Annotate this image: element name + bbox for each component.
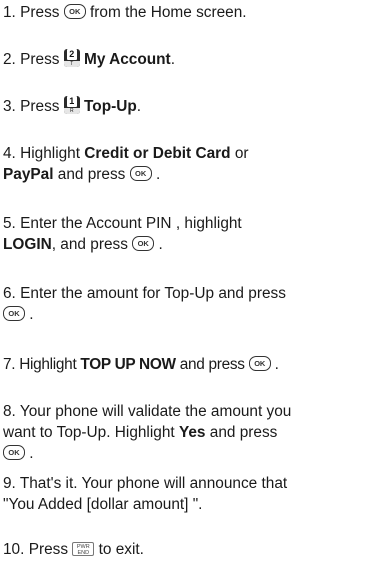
ok-key-icon: OK xyxy=(3,306,25,322)
step-text: or xyxy=(234,145,249,162)
step-text: Your phone will validate the amount you xyxy=(19,403,292,420)
step-text: and press xyxy=(209,424,278,441)
step-text: Press xyxy=(20,51,60,68)
step-number: 3. xyxy=(3,98,16,115)
key-digit: 1 xyxy=(66,95,77,107)
step-number: 5. xyxy=(3,215,16,232)
key-1-icon: 1 R xyxy=(63,95,80,114)
step-number: 4. xyxy=(3,145,16,162)
step-text: "You Added [dollar amount] ". xyxy=(3,496,203,513)
step-text: from the Home screen. xyxy=(90,4,247,21)
step-text: . xyxy=(170,51,175,68)
step-number: 9. xyxy=(3,475,16,492)
menu-item-label: My Account xyxy=(84,51,171,68)
step-text: to exit. xyxy=(98,541,144,558)
step-number: 10. xyxy=(3,541,25,558)
step-text: want to Top-Up. Highlight xyxy=(3,424,175,441)
step-2: 2. Press 2 T My Account. xyxy=(3,48,359,70)
step-number: 1. xyxy=(3,4,16,21)
step-6: 6. Enter the amount for Top-Up and press… xyxy=(3,283,359,325)
ok-key-icon: OK xyxy=(63,4,86,20)
step-9: 9. That's it. Your phone will announce t… xyxy=(3,473,359,515)
step-text: and press xyxy=(57,166,126,183)
key-digit: 2 xyxy=(66,48,77,60)
step-text: Enter the Account PIN , highlight xyxy=(20,215,242,232)
step-text: Press xyxy=(20,4,60,21)
step-text: , and press xyxy=(51,236,128,253)
key-letters: T xyxy=(63,60,80,67)
option-label: LOGIN xyxy=(3,236,52,253)
menu-item-label: Top-Up xyxy=(84,98,137,115)
step-number: 7. xyxy=(3,356,16,373)
option-label: PayPal xyxy=(3,166,54,183)
step-text: Press xyxy=(28,541,69,558)
step-1: 1. Press OK from the Home screen. xyxy=(3,2,359,23)
step-text: . xyxy=(29,445,34,462)
step-text: Enter the amount for Top-Up and press xyxy=(20,285,286,302)
step-10: 10. Press PWR END to exit. xyxy=(3,539,359,560)
ok-key-icon: OK xyxy=(129,166,152,182)
option-label: Yes xyxy=(178,424,206,441)
key-letters: R xyxy=(63,107,80,114)
ok-key-icon: OK xyxy=(3,445,25,461)
step-8: 8. Your phone will validate the amount y… xyxy=(3,401,359,464)
step-text: . xyxy=(136,98,142,115)
step-number: 6. xyxy=(3,285,16,302)
step-4: 4. Highlight Credit or Debit Card or Pay… xyxy=(3,143,359,185)
step-number: 2. xyxy=(3,51,16,68)
end-key-bottom-label: END xyxy=(77,549,90,556)
step-text: . xyxy=(29,306,34,323)
step-text: . xyxy=(155,166,161,183)
step-text: and press xyxy=(179,356,245,373)
step-text: That's it. Your phone will announce that xyxy=(19,475,288,492)
step-text: . xyxy=(274,356,279,373)
step-7: 7. Highlight TOP UP NOW and press OK . xyxy=(3,354,359,375)
step-text: Highlight xyxy=(19,356,77,373)
step-5: 5. Enter the Account PIN , highlight LOG… xyxy=(3,213,359,255)
step-text: Highlight xyxy=(20,145,81,162)
ok-key-icon: OK xyxy=(248,356,271,372)
step-text: . xyxy=(158,236,163,253)
key-2-icon: 2 T xyxy=(63,48,80,67)
option-label: TOP UP NOW xyxy=(80,356,176,373)
step-3: 3. Press 1 R Top-Up. xyxy=(3,95,359,117)
option-label: Credit or Debit Card xyxy=(84,145,231,162)
ok-key-icon: OK xyxy=(132,236,155,252)
end-key-icon: PWR END xyxy=(72,541,95,556)
step-number: 8. xyxy=(3,403,16,420)
step-text: Press xyxy=(20,98,60,115)
